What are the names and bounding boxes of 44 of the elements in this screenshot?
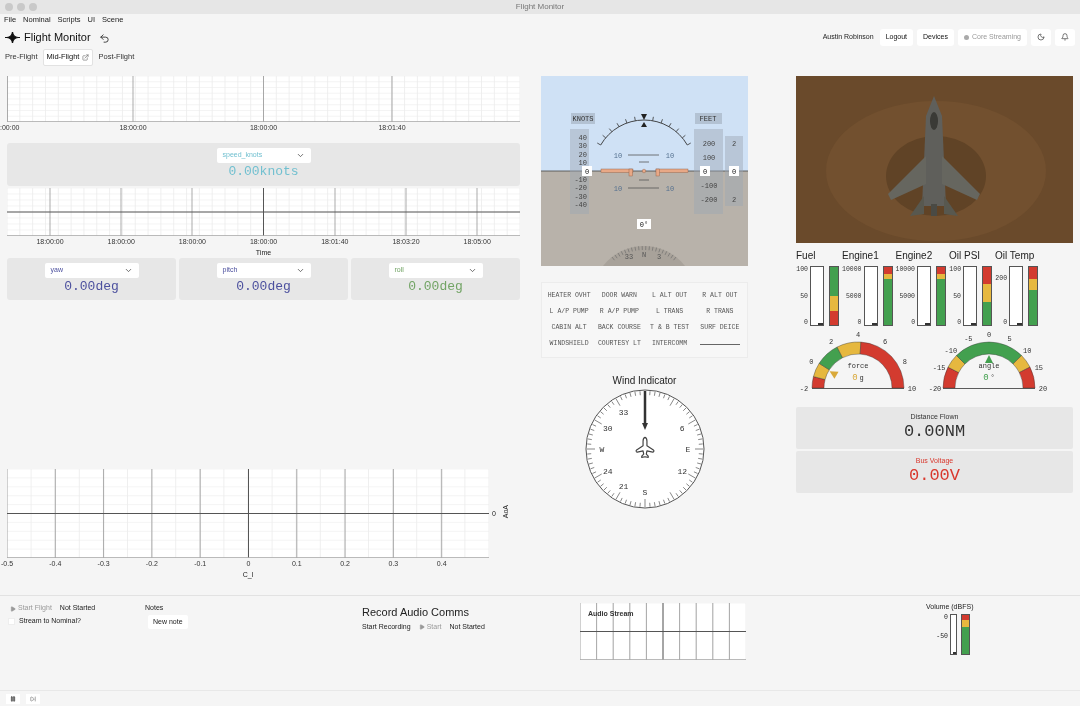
compass-label: W: [599, 445, 604, 454]
compass-label: 30: [602, 423, 613, 433]
wind-needle: [641, 391, 648, 430]
notifications-button[interactable]: [1055, 28, 1075, 46]
play-icon: [10, 605, 16, 612]
compass-label: S: [642, 488, 647, 497]
pause-icon: [10, 695, 16, 702]
stat-value: 0.00NM: [903, 421, 966, 443]
stat-value: 0.00V: [909, 465, 960, 487]
play-icon: [418, 624, 425, 631]
gauge-label: Fuel: [796, 250, 817, 262]
theme-button[interactable]: [1031, 28, 1051, 46]
compass-label: 21: [618, 482, 628, 492]
chevron-down-icon: [295, 151, 305, 160]
moon-icon: [1037, 33, 1045, 41]
gauge-label: Engine1: [842, 250, 880, 262]
sparkle-logo-icon: [5, 31, 20, 43]
bell-icon: [1061, 33, 1069, 41]
compass-label: E: [685, 445, 690, 454]
gauge-label: Oil PSI: [949, 250, 982, 262]
vertical-speed-tape: [725, 136, 743, 206]
pause-button[interactable]: [6, 693, 20, 704]
readout-value: 0.00deg: [64, 278, 119, 296]
window-title: Flight Monitor: [514, 1, 566, 13]
chevron-down-icon: [295, 266, 305, 275]
compass-label: 6: [679, 423, 685, 433]
chevron-down-icon: [467, 266, 477, 275]
skip-forward-icon: [30, 695, 36, 702]
compass-label: 12: [676, 466, 687, 476]
external-link-icon: [82, 53, 90, 61]
gauge-label: Oil Temp: [995, 250, 1036, 262]
skip-button[interactable]: [26, 693, 40, 704]
readout-value: 0.00deg: [236, 278, 291, 296]
app-title: Flight Monitor: [24, 29, 91, 45]
audio-title: Record Audio Comms: [362, 605, 470, 619]
compass-label: 24: [602, 466, 613, 476]
compass-label: 33: [618, 407, 628, 417]
chevron-down-icon: [123, 266, 133, 275]
speed-value: 0.00knots: [228, 163, 299, 181]
wind-title: Wind Indicator: [611, 374, 678, 388]
readout-value: 0.00deg: [408, 278, 463, 296]
empty-annunciator-line: [699, 343, 740, 345]
undo-icon[interactable]: [98, 33, 110, 44]
gauge-label: Engine2: [895, 250, 934, 262]
